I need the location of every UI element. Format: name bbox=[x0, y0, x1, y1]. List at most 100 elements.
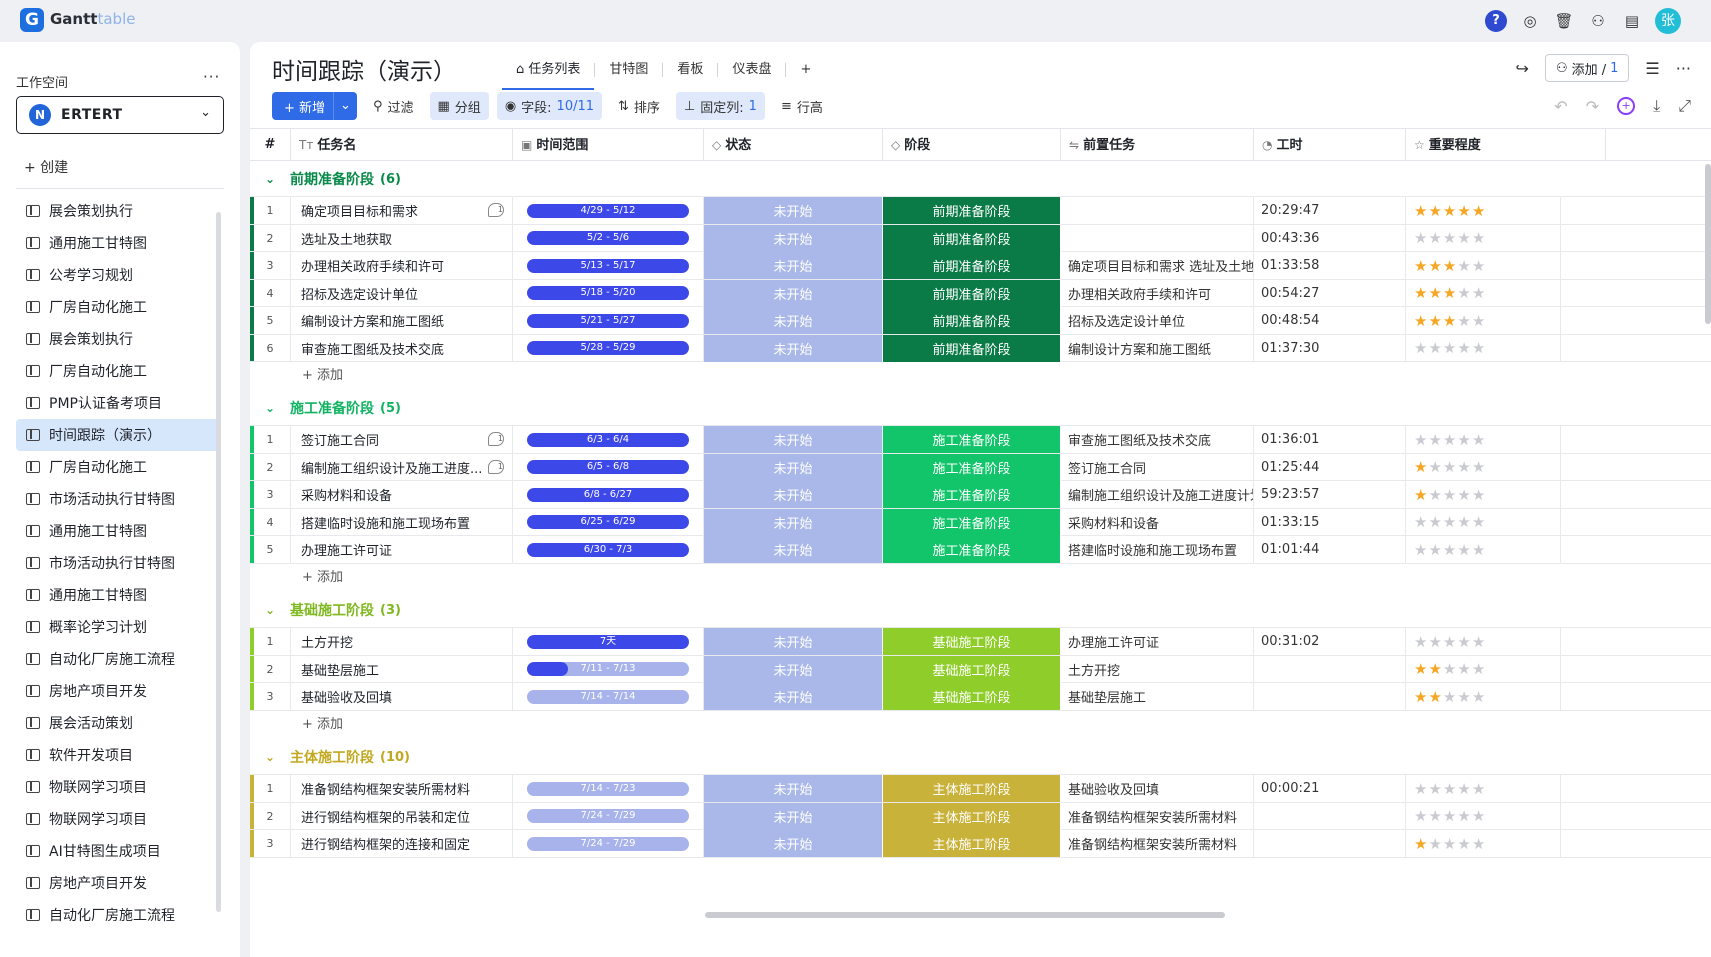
sort-button[interactable]: ⇅ 排序 bbox=[610, 92, 668, 120]
more-icon[interactable]: ··· bbox=[1676, 59, 1691, 78]
new-button[interactable]: + 新增 ⌄ bbox=[272, 92, 357, 120]
tab-dashboard[interactable]: 仪表盘 bbox=[718, 56, 785, 84]
star-icon[interactable]: ★ bbox=[1443, 807, 1457, 825]
status-cell[interactable]: 未开始 bbox=[704, 224, 883, 252]
star-icon[interactable]: ★ bbox=[1414, 202, 1428, 220]
chevron-down-icon[interactable]: ⌄ bbox=[250, 750, 290, 764]
importance-rating[interactable]: ★ ★ ★ ★ ★ bbox=[1406, 252, 1561, 279]
time-range-cell[interactable]: 7天 bbox=[513, 628, 704, 655]
sidebar-item[interactable]: 软件开发项目 bbox=[16, 739, 220, 771]
importance-rating[interactable]: ★ ★ ★ ★ ★ bbox=[1406, 307, 1561, 334]
create-button[interactable]: + 创建 bbox=[24, 157, 68, 177]
stage-cell[interactable]: 前期准备阶段 bbox=[883, 307, 1061, 334]
star-icon[interactable]: ★ bbox=[1472, 339, 1486, 357]
time-range-cell[interactable]: 4/29 - 5/12 bbox=[513, 197, 704, 224]
predecessor-cell[interactable]: 基础垫层施工 bbox=[1061, 683, 1254, 710]
table-row[interactable]: 2 编制施工组织设计及施工进度... 1 6/5 - 6/8 未开始 施工准备阶段 签订施工… bbox=[250, 453, 1711, 481]
time-range-bar[interactable]: 6/8 - 6/27 bbox=[527, 487, 689, 502]
importance-rating[interactable]: ★ ★ ★ ★ ★ bbox=[1406, 426, 1561, 453]
status-cell[interactable]: 未开始 bbox=[704, 802, 883, 830]
group-button[interactable]: ▦ 分组 bbox=[429, 92, 489, 120]
star-icon[interactable]: ★ bbox=[1457, 660, 1471, 678]
star-icon[interactable]: ★ bbox=[1428, 257, 1442, 275]
col-number[interactable]: # bbox=[250, 129, 291, 161]
hours-cell[interactable]: 01:01:44 bbox=[1254, 536, 1406, 563]
star-icon[interactable]: ★ bbox=[1414, 339, 1428, 357]
hours-cell[interactable] bbox=[1254, 683, 1406, 710]
predecessor-cell[interactable]: 采购材料和设备 bbox=[1061, 508, 1254, 536]
star-icon[interactable]: ★ bbox=[1428, 660, 1442, 678]
time-range-bar[interactable]: 4/29 - 5/12 bbox=[527, 203, 689, 218]
star-icon[interactable]: ★ bbox=[1472, 660, 1486, 678]
star-icon[interactable]: ★ bbox=[1472, 807, 1486, 825]
task-name-cell[interactable]: 准备钢结构框架安装所需材料 bbox=[291, 775, 513, 802]
predecessor-cell[interactable]: 搭建临时设施和施工现场布置 bbox=[1061, 536, 1254, 563]
add-row-button[interactable]: + 添加 bbox=[250, 711, 1711, 739]
star-icon[interactable]: ★ bbox=[1443, 541, 1457, 559]
group-header[interactable]: ⌄ 主体施工阶段 (10) bbox=[250, 740, 1711, 774]
stage-cell[interactable]: 基础施工阶段 bbox=[883, 655, 1061, 683]
task-name-cell[interactable]: 确定项目目标和需求 1 bbox=[291, 197, 513, 224]
status-cell[interactable]: 未开始 bbox=[704, 508, 883, 536]
star-icon[interactable]: ★ bbox=[1428, 807, 1442, 825]
notes-icon[interactable]: ▤ bbox=[1621, 10, 1643, 32]
importance-rating[interactable]: ★ ★ ★ ★ ★ bbox=[1406, 802, 1561, 830]
sidebar-item[interactable]: 自动化厂房施工流程 bbox=[16, 899, 220, 931]
star-icon[interactable]: ★ bbox=[1472, 202, 1486, 220]
hours-cell[interactable]: 20:29:47 bbox=[1254, 197, 1406, 224]
col-stage[interactable]: ◇ 阶段 bbox=[883, 129, 1061, 161]
hours-cell[interactable]: 00:31:02 bbox=[1254, 628, 1406, 655]
time-range-cell[interactable]: 6/8 - 6/27 bbox=[513, 481, 704, 508]
star-icon[interactable]: ★ bbox=[1443, 431, 1457, 449]
chevron-down-icon[interactable]: ⌄ bbox=[250, 401, 290, 415]
star-icon[interactable]: ★ bbox=[1443, 202, 1457, 220]
predecessor-cell[interactable]: 准备钢结构框架安装所需材料 bbox=[1061, 802, 1254, 830]
star-icon[interactable]: ★ bbox=[1414, 312, 1428, 330]
star-icon[interactable]: ★ bbox=[1428, 339, 1442, 357]
task-name-cell[interactable]: 进行钢结构框架的吊装和定位 bbox=[291, 802, 513, 830]
task-name-cell[interactable]: 编制施工组织设计及施工进度... 1 bbox=[291, 453, 513, 481]
sidebar-item[interactable]: 房地产项目开发 bbox=[16, 867, 220, 899]
table-row[interactable]: 1 签订施工合同 1 6/3 - 6/4 未开始 施工准备阶段 审查施工图纸及技术交底 01:… bbox=[250, 426, 1711, 454]
task-name-cell[interactable]: 基础验收及回填 bbox=[291, 683, 513, 710]
add-row-button[interactable]: + 添加 bbox=[250, 564, 1711, 592]
status-cell[interactable]: 未开始 bbox=[704, 536, 883, 563]
hours-cell[interactable]: 00:00:21 bbox=[1254, 775, 1406, 802]
task-name-cell[interactable]: 编制设计方案和施工图纸 bbox=[291, 307, 513, 334]
time-range-bar[interactable]: 5/13 - 5/17 bbox=[527, 258, 689, 273]
task-name-cell[interactable]: 采购材料和设备 bbox=[291, 481, 513, 508]
star-icon[interactable]: ★ bbox=[1472, 513, 1486, 531]
time-range-bar[interactable]: 6/30 - 7/3 bbox=[527, 542, 689, 557]
time-range-cell[interactable]: 5/21 - 5/27 bbox=[513, 307, 704, 334]
star-icon[interactable]: ★ bbox=[1443, 257, 1457, 275]
star-icon[interactable]: ★ bbox=[1443, 688, 1457, 706]
time-range-bar[interactable]: 7/11 - 7/13 bbox=[527, 662, 689, 676]
time-range-cell[interactable]: 6/25 - 6/29 bbox=[513, 508, 704, 536]
task-name-cell[interactable]: 签订施工合同 1 bbox=[291, 426, 513, 453]
time-range-bar[interactable]: 7/14 - 7/14 bbox=[527, 689, 689, 704]
star-icon[interactable]: ★ bbox=[1457, 229, 1471, 247]
table-row[interactable]: 4 搭建临时设施和施工现场布置 6/25 - 6/29 未开始 施工准备阶段 采购材料和设… bbox=[250, 508, 1711, 536]
group-header[interactable]: ⌄ 施工准备阶段 (5) bbox=[250, 391, 1711, 425]
time-range-bar[interactable]: 6/25 - 6/29 bbox=[527, 515, 689, 529]
time-range-cell[interactable]: 7/24 - 7/29 bbox=[513, 802, 704, 830]
star-icon[interactable]: ★ bbox=[1414, 284, 1428, 302]
time-range-cell[interactable]: 5/18 - 5/20 bbox=[513, 279, 704, 307]
sidebar-item[interactable]: AI甘特图生成项目 bbox=[16, 835, 220, 867]
time-range-bar[interactable]: 7/24 - 7/29 bbox=[527, 809, 689, 823]
stage-cell[interactable]: 主体施工阶段 bbox=[883, 775, 1061, 802]
task-name-cell[interactable]: 审查施工图纸及技术交底 bbox=[291, 334, 513, 362]
table-row[interactable]: 6 审查施工图纸及技术交底 5/28 - 5/29 未开始 前期准备阶段 编制设计方案和施… bbox=[250, 334, 1711, 362]
workspace-select[interactable]: N ERTERT ⌄ bbox=[16, 96, 224, 134]
time-range-cell[interactable]: 5/28 - 5/29 bbox=[513, 334, 704, 362]
star-icon[interactable]: ★ bbox=[1443, 458, 1457, 476]
col-task-name[interactable]: Tт 任务名 bbox=[291, 129, 513, 161]
hours-cell[interactable]: 01:25:44 bbox=[1254, 453, 1406, 481]
predecessor-cell[interactable]: 签订施工合同 bbox=[1061, 453, 1254, 481]
importance-rating[interactable]: ★ ★ ★ ★ ★ bbox=[1406, 279, 1561, 307]
importance-rating[interactable]: ★ ★ ★ ★ ★ bbox=[1406, 453, 1561, 481]
star-icon[interactable]: ★ bbox=[1428, 202, 1442, 220]
chevron-down-icon[interactable]: ⌄ bbox=[250, 603, 290, 617]
sidebar-item[interactable]: 市场活动执行甘特图 bbox=[16, 483, 220, 515]
stage-cell[interactable]: 施工准备阶段 bbox=[883, 508, 1061, 536]
